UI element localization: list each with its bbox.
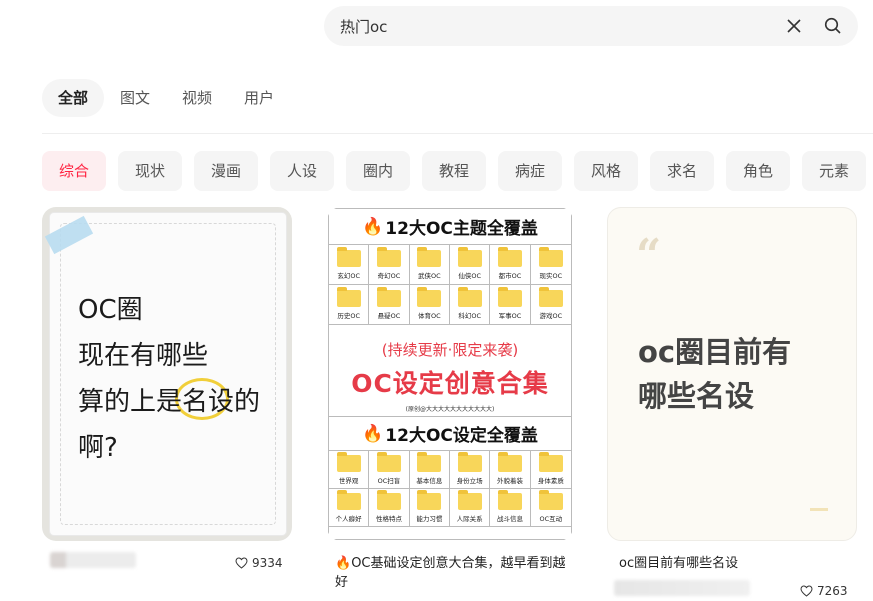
folder-cell: 仙侠OC (449, 245, 491, 285)
search-bar[interactable] (324, 6, 858, 46)
fire-icon: 🔥 (362, 216, 384, 237)
folder-cell: 武侠OC (409, 245, 450, 285)
tab-video[interactable]: 视频 (166, 79, 228, 117)
cover-text: OC圈 现在有哪些 算的上是名设的 啊? (78, 295, 261, 463)
filter-chips: 综合 现状 漫画 人设 圈内 教程 病症 风格 求名 角色 元素 (42, 151, 873, 191)
folder-cell: 能力习惯 (409, 489, 450, 527)
folder-cell: 历史OC (329, 285, 370, 325)
folder-icon (336, 286, 361, 307)
fire-icon: 🔥 (362, 423, 384, 444)
folder-icon (417, 451, 442, 472)
filter-chip[interactable]: 角色 (726, 151, 790, 191)
folder-cell: 现实OC (530, 245, 571, 285)
folder-icon (457, 286, 482, 307)
note-card-cover[interactable]: OC圈 现在有哪些 算的上是名设的 啊? (42, 207, 292, 541)
note-card-cover[interactable]: 🔥 12大OC主题全覆盖 玄幻OC 奇幻OC 武侠OC 仙侠OC 都市OC 现实O… (327, 207, 573, 541)
filter-chip[interactable]: 求名 (650, 151, 714, 191)
folder-icon (417, 246, 442, 267)
like-count: 7263 (817, 584, 848, 598)
folder-cell: 外貌着装 (490, 451, 531, 489)
close-icon[interactable] (784, 16, 804, 36)
heart-icon (800, 585, 813, 597)
tab-all[interactable]: 全部 (42, 79, 105, 117)
folder-icon (336, 451, 361, 472)
folder-cell: 性格特点 (369, 489, 410, 527)
folder-icon (497, 246, 522, 267)
folder-icon (376, 246, 401, 267)
folder-icon (497, 489, 522, 510)
fire-icon: 🔥 (335, 556, 352, 571)
filter-chip[interactable]: 圈内 (346, 151, 410, 191)
folder-cell: 基本信息 (409, 451, 450, 489)
folder-icon (497, 286, 522, 307)
tab-image-text[interactable]: 图文 (104, 79, 166, 117)
search-input[interactable] (340, 6, 760, 46)
filter-chip[interactable]: 人设 (270, 151, 334, 191)
folder-icon (417, 286, 442, 307)
folder-icon (497, 451, 522, 472)
tab-users[interactable]: 用户 (228, 79, 290, 117)
folder-icon (336, 489, 361, 510)
filter-chip[interactable]: 漫画 (194, 151, 258, 191)
filter-chip[interactable]: 元素 (802, 151, 866, 191)
folder-cell: 玄幻OC (329, 245, 370, 285)
quote-mark: “ (636, 230, 662, 281)
filter-chip[interactable]: 风格 (574, 151, 638, 191)
infographic-title-block: (持续更新·限定来袭) OC设定创意合集 (原创@大大大大大大大大大大大) (329, 325, 571, 417)
author-info-blurred[interactable] (50, 552, 136, 568)
note-card-cover[interactable]: “ oc圈目前有 哪些名设 (607, 207, 857, 541)
folder-icon (457, 451, 482, 472)
folder-icon (336, 246, 361, 267)
folder-cell: 身体素质 (530, 451, 571, 489)
infographic: 🔥 12大OC主题全覆盖 玄幻OC 奇幻OC 武侠OC 仙侠OC 都市OC 现实O… (328, 208, 572, 540)
author-info-blurred[interactable] (614, 580, 750, 596)
filter-chip[interactable]: 教程 (422, 151, 486, 191)
folder-icon (457, 246, 482, 267)
folder-icon (538, 246, 563, 267)
like-button[interactable]: 7263 (800, 584, 848, 598)
like-count: 9334 (252, 556, 283, 570)
search-type-tabs: 全部 图文 视频 用户 (42, 79, 290, 117)
infographic-header: 🔥 12大OC设定全覆盖 (329, 417, 571, 451)
decoration-line (810, 508, 828, 511)
folder-cell: OC互动 (530, 489, 571, 527)
infographic-header: 🔥 12大OC主题全覆盖 (329, 209, 571, 245)
folder-cell: 游戏OC (530, 285, 571, 325)
divider (42, 133, 873, 134)
search-icon[interactable] (823, 16, 843, 36)
folder-icon (538, 286, 563, 307)
heart-icon (235, 557, 248, 569)
filter-chip[interactable]: 现状 (118, 151, 182, 191)
setting-grid: 世界观 OC扫盲 基本信息 身份立场 外貌着装 身体素质 个人癖好 性格特点 能… (329, 451, 571, 527)
folder-cell: 体育OC (409, 285, 450, 325)
note-title[interactable]: oc圈目前有哪些名设 (619, 554, 849, 573)
note-title[interactable]: 🔥OC基础设定创意大合集，越早看到越好 (335, 554, 567, 592)
folder-cell: 奇幻OC (369, 245, 410, 285)
folder-icon (376, 451, 401, 472)
folder-icon (376, 286, 401, 307)
folder-cell: 悬疑OC (369, 285, 410, 325)
cover-text: oc圈目前有 哪些名设 (638, 335, 792, 413)
folder-cell: OC扫盲 (369, 451, 410, 489)
theme-grid: 玄幻OC 奇幻OC 武侠OC 仙侠OC 都市OC 现实OC 历史OC 悬疑OC … (329, 245, 571, 325)
folder-icon (417, 489, 442, 510)
folder-cell: 人际关系 (449, 489, 491, 527)
folder-cell: 战斗信息 (490, 489, 531, 527)
folder-cell: 个人癖好 (329, 489, 370, 527)
like-button[interactable]: 9334 (235, 556, 283, 570)
folder-icon (538, 489, 563, 510)
folder-cell: 都市OC (490, 245, 531, 285)
filter-chip-comprehensive[interactable]: 综合 (42, 151, 106, 191)
folder-cell: 身份立场 (449, 451, 491, 489)
folder-cell: 军事OC (490, 285, 531, 325)
folder-icon (376, 489, 401, 510)
filter-chip[interactable]: 病症 (498, 151, 562, 191)
folder-icon (538, 451, 563, 472)
folder-cell: 世界观 (329, 451, 370, 489)
folder-icon (457, 489, 482, 510)
folder-cell: 科幻OC (449, 285, 491, 325)
